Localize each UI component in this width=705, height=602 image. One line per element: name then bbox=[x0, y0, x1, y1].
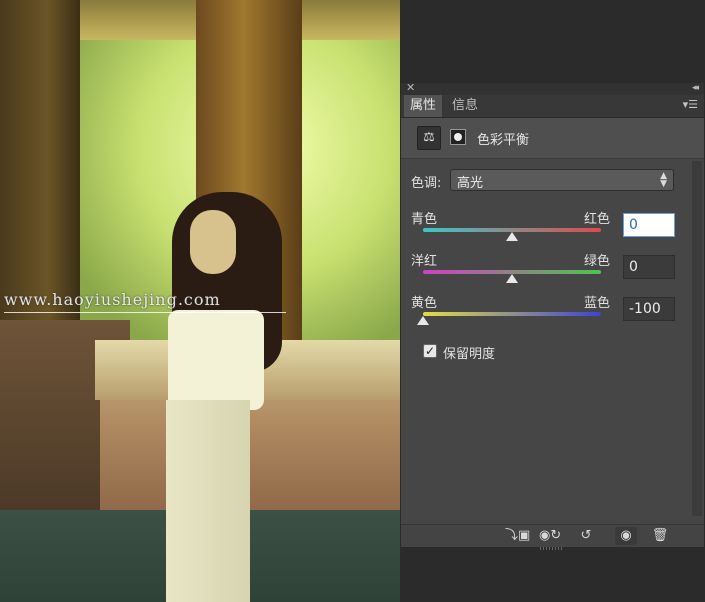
tone-select[interactable]: 高光 ▲ ▼ bbox=[450, 169, 674, 191]
preserve-luminosity-label: 保留明度 bbox=[443, 347, 496, 362]
panel-tabbar: 属性 信息 ▾☰ bbox=[401, 95, 704, 118]
yellow-blue-slider-thumb[interactable] bbox=[417, 316, 429, 325]
panel-resize-grip[interactable] bbox=[540, 547, 564, 550]
view-previous-state-icon[interactable]: ◉↻ bbox=[539, 527, 561, 545]
visibility-icon[interactable]: ◉ bbox=[615, 527, 637, 545]
watermark-text: www.haoyiushejing.com bbox=[4, 290, 221, 309]
tab-properties[interactable]: 属性 bbox=[404, 95, 443, 117]
magenta-green-value-field[interactable]: 0 bbox=[623, 255, 675, 279]
slider-cyan-label: 青色 bbox=[411, 212, 438, 227]
delete-icon[interactable]: 🗑 bbox=[649, 527, 671, 545]
slider-yellow-label: 黄色 bbox=[411, 296, 438, 311]
person-shirt bbox=[168, 310, 264, 410]
balance-scale-icon[interactable]: ⚖ bbox=[417, 126, 441, 150]
properties-panel: ✕ ◂◂ 属性 信息 ▾☰ ⚖ 色彩平衡 色调: 高光 ▲ ▼ 青色 红色 0 洋… bbox=[400, 82, 705, 547]
tone-select-value: 高光 bbox=[457, 176, 484, 191]
slider-green-label: 绿色 bbox=[584, 254, 611, 269]
clip-to-layer-icon[interactable]: ⤵▣ bbox=[505, 527, 530, 545]
magenta-green-slider-thumb[interactable] bbox=[506, 274, 518, 283]
adjustment-title: 色彩平衡 bbox=[477, 133, 530, 148]
adjustment-header: ⚖ 色彩平衡 bbox=[401, 118, 704, 159]
preserve-luminosity-checkbox[interactable]: ✓ bbox=[423, 344, 437, 358]
cyan-red-value-field[interactable]: 0 bbox=[623, 213, 675, 237]
yellow-blue-value-field[interactable]: -100 bbox=[623, 297, 675, 321]
panel-scrollbar[interactable] bbox=[692, 161, 702, 516]
watermark-underline bbox=[4, 312, 286, 313]
tone-label: 色调: bbox=[411, 176, 442, 191]
close-icon[interactable]: ✕ bbox=[406, 82, 415, 94]
slider-magenta-label: 洋红 bbox=[411, 254, 438, 269]
slider-red-label: 红色 bbox=[584, 212, 611, 227]
slider-blue-label: 蓝色 bbox=[584, 296, 611, 311]
updown-arrow-icon: ▲ ▼ bbox=[660, 171, 667, 189]
panel-bottom-bar: ⤵▣ ◉↻ ↺ ◉ 🗑 bbox=[401, 524, 704, 547]
workspace-background bbox=[400, 0, 705, 82]
mask-dot bbox=[454, 133, 462, 141]
cyan-red-slider-thumb[interactable] bbox=[506, 232, 518, 241]
person-face bbox=[190, 210, 236, 274]
layer-mask-icon[interactable] bbox=[447, 126, 469, 148]
reset-icon[interactable]: ↺ bbox=[575, 527, 597, 545]
photo-canvas[interactable]: www.haoyiushejing.com bbox=[0, 0, 400, 602]
tab-info[interactable]: 信息 bbox=[446, 95, 484, 117]
panel-titlebar[interactable]: ✕ ◂◂ bbox=[401, 82, 704, 95]
yellow-blue-slider-track[interactable] bbox=[423, 312, 601, 316]
person-trousers bbox=[166, 400, 250, 602]
collapse-icon[interactable]: ◂◂ bbox=[692, 82, 699, 94]
panel-menu-icon[interactable]: ▾☰ bbox=[683, 98, 698, 112]
